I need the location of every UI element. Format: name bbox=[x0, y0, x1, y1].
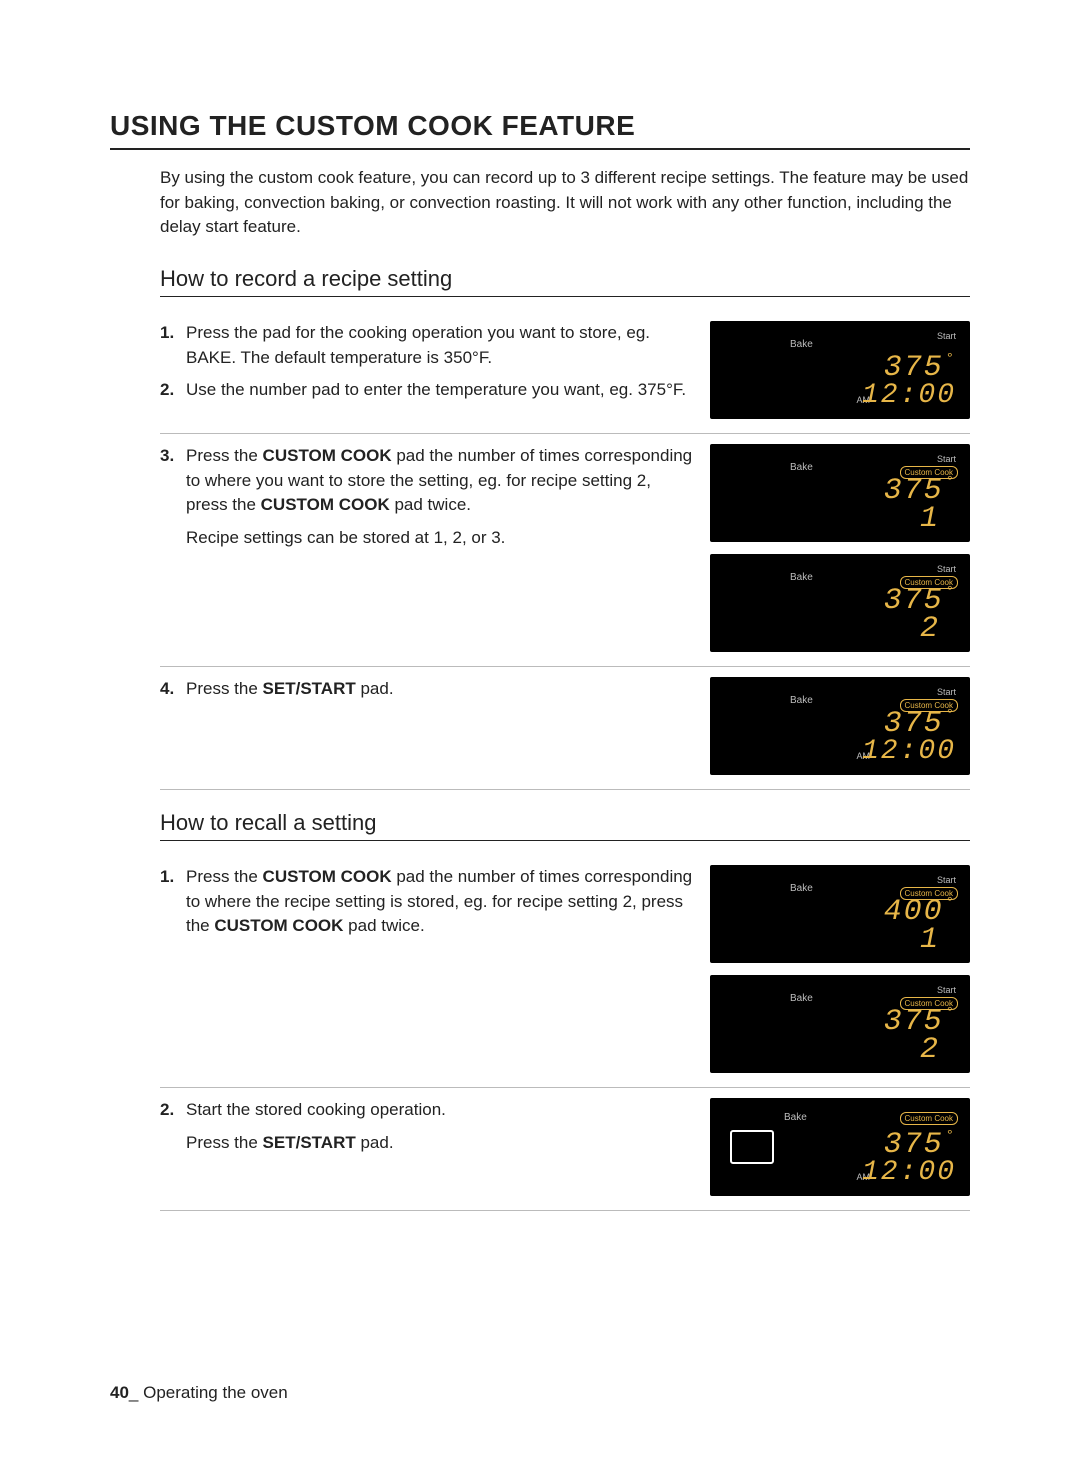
recall-step-2: 2. Start the stored cooking operation. bbox=[160, 1098, 696, 1123]
page-footer: 40_ Operating the oven bbox=[110, 1383, 288, 1403]
record-step-3-row: 3. Press the CUSTOM COOK pad the number … bbox=[160, 434, 970, 667]
step-number: 4. bbox=[160, 677, 178, 702]
step-number: 2. bbox=[160, 1098, 178, 1123]
oven-display: Bake Start 375° AM 12:00 bbox=[710, 321, 970, 419]
record-heading: How to record a recipe setting bbox=[160, 266, 970, 297]
intro-text: By using the custom cook feature, you ca… bbox=[160, 166, 970, 240]
step-text: Press the CUSTOM COOK pad the number of … bbox=[186, 865, 696, 939]
display-mode: Bake bbox=[790, 883, 813, 894]
step-text: Press the CUSTOM COOK pad the number of … bbox=[186, 444, 696, 518]
display-clock: 12:00 bbox=[862, 1157, 956, 1188]
display-start-label: Start bbox=[937, 875, 956, 885]
record-step-3-sub: Recipe settings can be stored at 1, 2, o… bbox=[186, 526, 696, 551]
record-step-2: 2. Use the number pad to enter the tempe… bbox=[160, 378, 696, 403]
oven-display: Bake Start Custom Cook 375° 2 bbox=[710, 554, 970, 652]
record-step-1: 1. Press the pad for the cooking operati… bbox=[160, 321, 696, 370]
display-clock: 12:00 bbox=[862, 380, 956, 411]
recall-step-1-row: 1. Press the CUSTOM COOK pad the number … bbox=[160, 855, 970, 1088]
step-number: 3. bbox=[160, 444, 178, 518]
record-step-4: 4. Press the SET/START pad. bbox=[160, 677, 696, 702]
step-text: Use the number pad to enter the temperat… bbox=[186, 378, 686, 403]
display-start-label: Start bbox=[937, 687, 956, 697]
display-mode: Bake bbox=[784, 1112, 807, 1123]
display-preset: 1 bbox=[920, 502, 938, 536]
display-mode: Bake bbox=[790, 572, 813, 583]
page-title: USING THE CUSTOM COOK FEATURE bbox=[110, 110, 970, 150]
display-preset: 2 bbox=[920, 612, 938, 646]
step-text: Start the stored cooking operation. bbox=[186, 1098, 446, 1123]
oven-display: Bake Start Custom Cook 375° 2 bbox=[710, 975, 970, 1073]
recall-heading: How to recall a setting bbox=[160, 810, 970, 841]
display-start-label: Start bbox=[937, 331, 956, 341]
oven-display: Bake Start Custom Cook 375° AM 12:00 bbox=[710, 677, 970, 775]
record-steps: 1. Press the pad for the cooking operati… bbox=[160, 311, 970, 790]
display-preset: 2 bbox=[920, 1033, 938, 1067]
step-text: Press the SET/START pad. bbox=[186, 677, 394, 702]
display-start-label: Start bbox=[937, 564, 956, 574]
display-preset: 1 bbox=[920, 923, 938, 957]
display-start-label: Start bbox=[937, 454, 956, 464]
display-mode: Bake bbox=[790, 695, 813, 706]
step-number: 1. bbox=[160, 321, 178, 370]
oven-display: Bake Start Custom Cook 400° 1 bbox=[710, 865, 970, 963]
record-step-4-row: 4. Press the SET/START pad. Bake Start C… bbox=[160, 667, 970, 790]
oven-display: Bake Custom Cook 375° AM 12:00 bbox=[710, 1098, 970, 1196]
display-mode: Bake bbox=[790, 339, 813, 350]
step-number: 2. bbox=[160, 378, 178, 403]
record-step-1-2-row: 1. Press the pad for the cooking operati… bbox=[160, 311, 970, 434]
recall-step-1: 1. Press the CUSTOM COOK pad the number … bbox=[160, 865, 696, 939]
oven-display: Bake Start Custom Cook 375° 1 bbox=[710, 444, 970, 542]
display-start-label: Start bbox=[937, 985, 956, 995]
display-selection-box-icon bbox=[730, 1130, 774, 1164]
step-text: Press the pad for the cooking operation … bbox=[186, 321, 696, 370]
recall-step-2-sub: Press the SET/START pad. bbox=[186, 1131, 696, 1156]
footer-section: Operating the oven bbox=[143, 1383, 288, 1402]
display-mode: Bake bbox=[790, 462, 813, 473]
display-custom-cook-badge: Custom Cook bbox=[900, 1112, 958, 1125]
record-step-3: 3. Press the CUSTOM COOK pad the number … bbox=[160, 444, 696, 518]
recall-steps: 1. Press the CUSTOM COOK pad the number … bbox=[160, 855, 970, 1211]
recall-step-2-row: 2. Start the stored cooking operation. P… bbox=[160, 1088, 970, 1211]
step-number: 1. bbox=[160, 865, 178, 939]
display-clock: 12:00 bbox=[862, 736, 956, 767]
page-number: 40 bbox=[110, 1383, 129, 1402]
display-mode: Bake bbox=[790, 993, 813, 1004]
